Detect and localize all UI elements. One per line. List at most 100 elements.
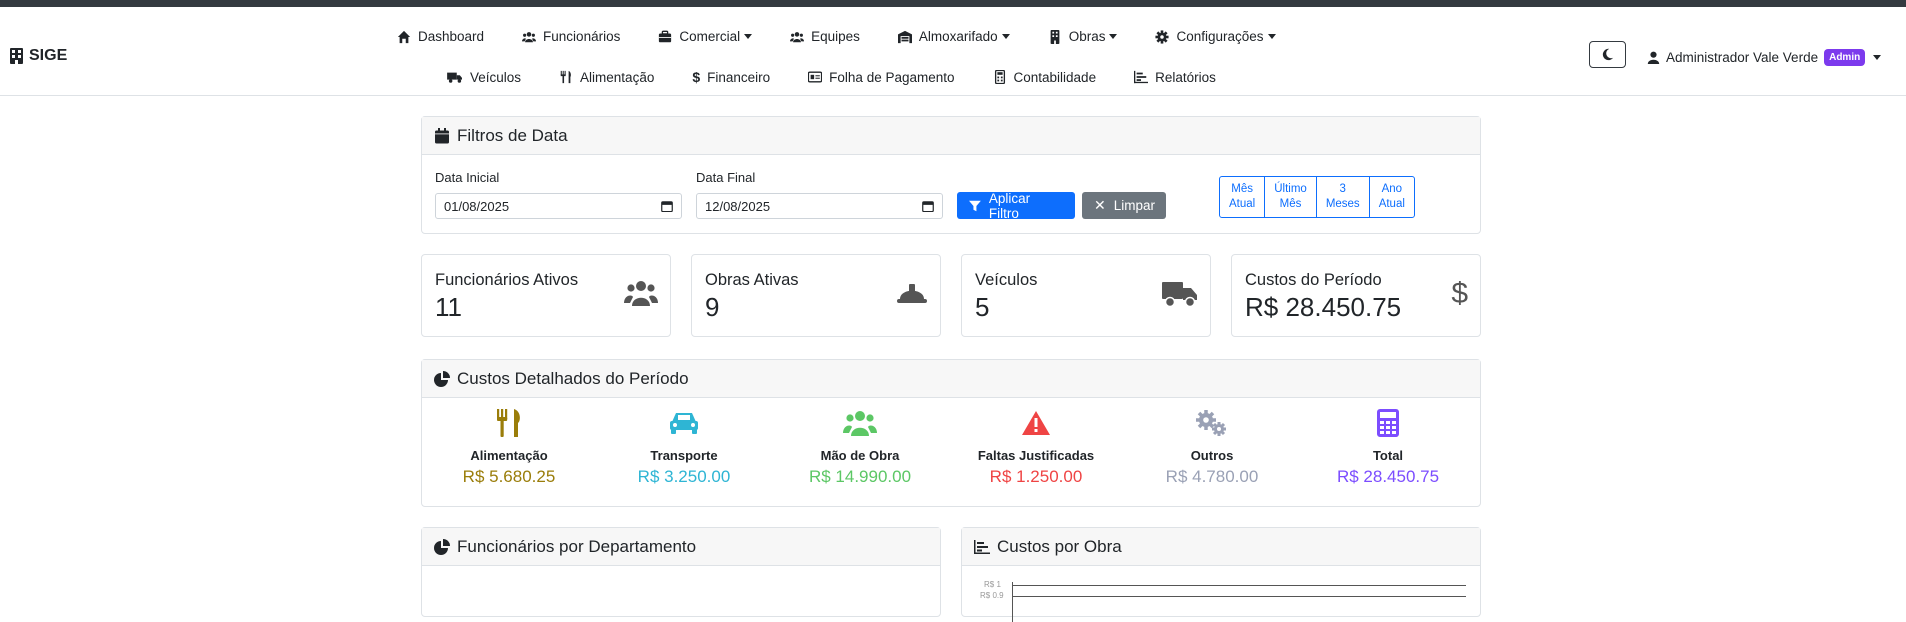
stat-card-funcionarios: Funcionários Ativos 11 — [421, 254, 671, 337]
building-icon — [10, 48, 23, 64]
navbar: SIGE Dashboard Funcionários Comercial Eq… — [0, 7, 1906, 96]
calendar-icon — [435, 127, 449, 143]
users-icon — [790, 31, 805, 42]
quick-range-mes-atual[interactable]: Mês Atual — [1220, 177, 1266, 217]
quick-range-line: Ano — [1381, 183, 1403, 195]
cost-label: Alimentação — [470, 448, 548, 463]
costs-detail-card: Custos Detalhados do Período Alimentação… — [421, 359, 1481, 507]
calculator-icon — [1377, 409, 1399, 437]
cost-value: R$ 1.250.00 — [989, 467, 1083, 486]
stat-label: Obras Ativas — [705, 271, 799, 289]
gear-icon — [1155, 29, 1170, 44]
dept-chart-title: Funcionários por Departamento — [457, 536, 697, 556]
id-card-icon — [808, 71, 823, 83]
chart-bar-icon — [1134, 70, 1149, 84]
pie-chart-icon — [434, 538, 450, 555]
nav-configuracoes[interactable]: Configurações — [1155, 29, 1276, 44]
warehouse-icon — [897, 30, 912, 43]
hard-hat-icon — [897, 284, 927, 303]
stat-label: Funcionários Ativos — [435, 271, 579, 289]
grid-line — [1012, 596, 1466, 597]
caret-down-icon — [1873, 55, 1882, 60]
filter-icon — [969, 200, 981, 211]
nav-alimentacao-label: Alimentação — [580, 69, 655, 85]
user-icon — [1647, 51, 1660, 64]
nav-folha-pagamento[interactable]: Folha de Pagamento — [808, 70, 955, 85]
truck-icon — [1162, 282, 1197, 308]
apply-filter-button[interactable]: Aplicar Filtro — [957, 191, 1075, 221]
warning-icon — [1022, 411, 1050, 435]
nav-row-secondary: Veículos Alimentação $ Financeiro Folha … — [447, 69, 1254, 85]
clear-filter-button[interactable]: ✕ Limpar — [1082, 192, 1166, 219]
nav-financeiro[interactable]: $ Financeiro — [692, 69, 770, 85]
stat-value: 11 — [435, 292, 462, 322]
caret-down-icon — [1109, 34, 1118, 39]
cost-value: R$ 3.250.00 — [637, 467, 731, 486]
nav-equipes[interactable]: Equipes — [790, 29, 860, 44]
theme-toggle-button[interactable] — [1589, 41, 1626, 68]
nav-almoxarifado-label: Almoxarifado — [918, 29, 998, 44]
quick-range-ultimo-mes[interactable]: Último Mês — [1265, 177, 1317, 217]
stat-label: Custos do Período — [1245, 271, 1382, 289]
users-icon — [843, 411, 877, 436]
nav-almoxarifado[interactable]: Almoxarifado — [897, 29, 1010, 44]
start-date-input[interactable]: 01/08/2025 — [435, 193, 682, 219]
start-date-value: 01/08/2025 — [444, 198, 510, 214]
nav-relatorios[interactable]: Relatórios — [1134, 70, 1216, 85]
calendar-icon — [661, 201, 673, 212]
nav-equipes-label: Equipes — [811, 29, 860, 44]
y-tick-label: R$ 0.9 — [980, 591, 1004, 600]
cost-total: Total R$ 28.450.75 — [1303, 408, 1473, 487]
user-role-badge: Admin — [1824, 49, 1866, 66]
gears-icon — [1196, 410, 1226, 436]
stat-value: R$ 28.450.75 — [1245, 292, 1402, 322]
quick-range-ano-atual[interactable]: Ano Atual — [1370, 177, 1414, 217]
moon-icon — [1602, 48, 1614, 61]
start-date-label: Data Inicial — [435, 170, 500, 185]
quick-range-3-meses[interactable]: 3 Meses — [1317, 177, 1370, 217]
nav-comercial[interactable]: Comercial — [658, 29, 753, 44]
nav-funcionarios[interactable]: Funcionários — [522, 29, 620, 44]
cost-faltas-justificadas: Faltas Justificadas R$ 1.250.00 — [951, 408, 1121, 487]
stat-card-custos: Custos do Período R$ 28.450.75 $ — [1231, 254, 1481, 337]
quick-range-line: 3 — [1339, 183, 1346, 195]
nav-dashboard[interactable]: Dashboard — [397, 29, 484, 44]
cost-label: Mão de Obra — [820, 448, 900, 463]
utensils-icon — [560, 70, 571, 84]
quick-range-line: Atual — [1378, 198, 1405, 210]
nav-contabilidade-label: Contabilidade — [1013, 69, 1097, 85]
nav-alimentacao[interactable]: Alimentação — [559, 70, 654, 85]
user-menu[interactable]: Administrador Vale Verde Admin — [1647, 49, 1882, 66]
caret-down-icon — [1001, 34, 1010, 39]
pie-chart-icon — [434, 370, 450, 387]
nav-veiculos[interactable]: Veículos — [447, 70, 521, 85]
nav-relatorios-label: Relatórios — [1155, 69, 1216, 85]
nav-row-primary: Dashboard Funcionários Comercial Equipes… — [397, 29, 1314, 44]
brand-name: SIGE — [29, 47, 68, 64]
nav-obras-label: Obras — [1068, 29, 1106, 44]
window-top-bar — [0, 0, 1906, 7]
cost-transporte: Transporte R$ 3.250.00 — [599, 408, 769, 487]
users-icon — [624, 281, 658, 306]
home-icon — [397, 30, 411, 43]
utensils-icon — [497, 409, 520, 437]
cost-label: Transporte — [650, 448, 718, 463]
date-filter-header: Filtros de Data — [422, 117, 1480, 155]
y-axis-line — [1012, 582, 1013, 622]
end-date-label: Data Final — [696, 170, 756, 185]
quick-range-line: Mês — [1231, 183, 1253, 195]
nav-contabilidade[interactable]: Contabilidade — [993, 69, 1097, 85]
car-icon — [670, 413, 698, 434]
y-tick-label: R$ 1 — [984, 580, 1001, 589]
nav-configuracoes-label: Configurações — [1176, 29, 1264, 44]
cost-outros: Outros R$ 4.780.00 — [1127, 408, 1297, 487]
obra-chart-header: Custos por Obra — [962, 528, 1480, 566]
brand-link[interactable]: SIGE — [10, 47, 67, 65]
nav-funcionarios-label: Funcionários — [543, 29, 621, 44]
nav-obras[interactable]: Obras — [1048, 29, 1118, 44]
stat-value: 5 — [975, 292, 990, 322]
quick-range-line: Atual — [1229, 198, 1256, 210]
stat-card-veiculos: Veículos 5 — [961, 254, 1211, 337]
end-date-input[interactable]: 12/08/2025 — [696, 193, 943, 219]
end-date-value: 12/08/2025 — [705, 198, 771, 214]
